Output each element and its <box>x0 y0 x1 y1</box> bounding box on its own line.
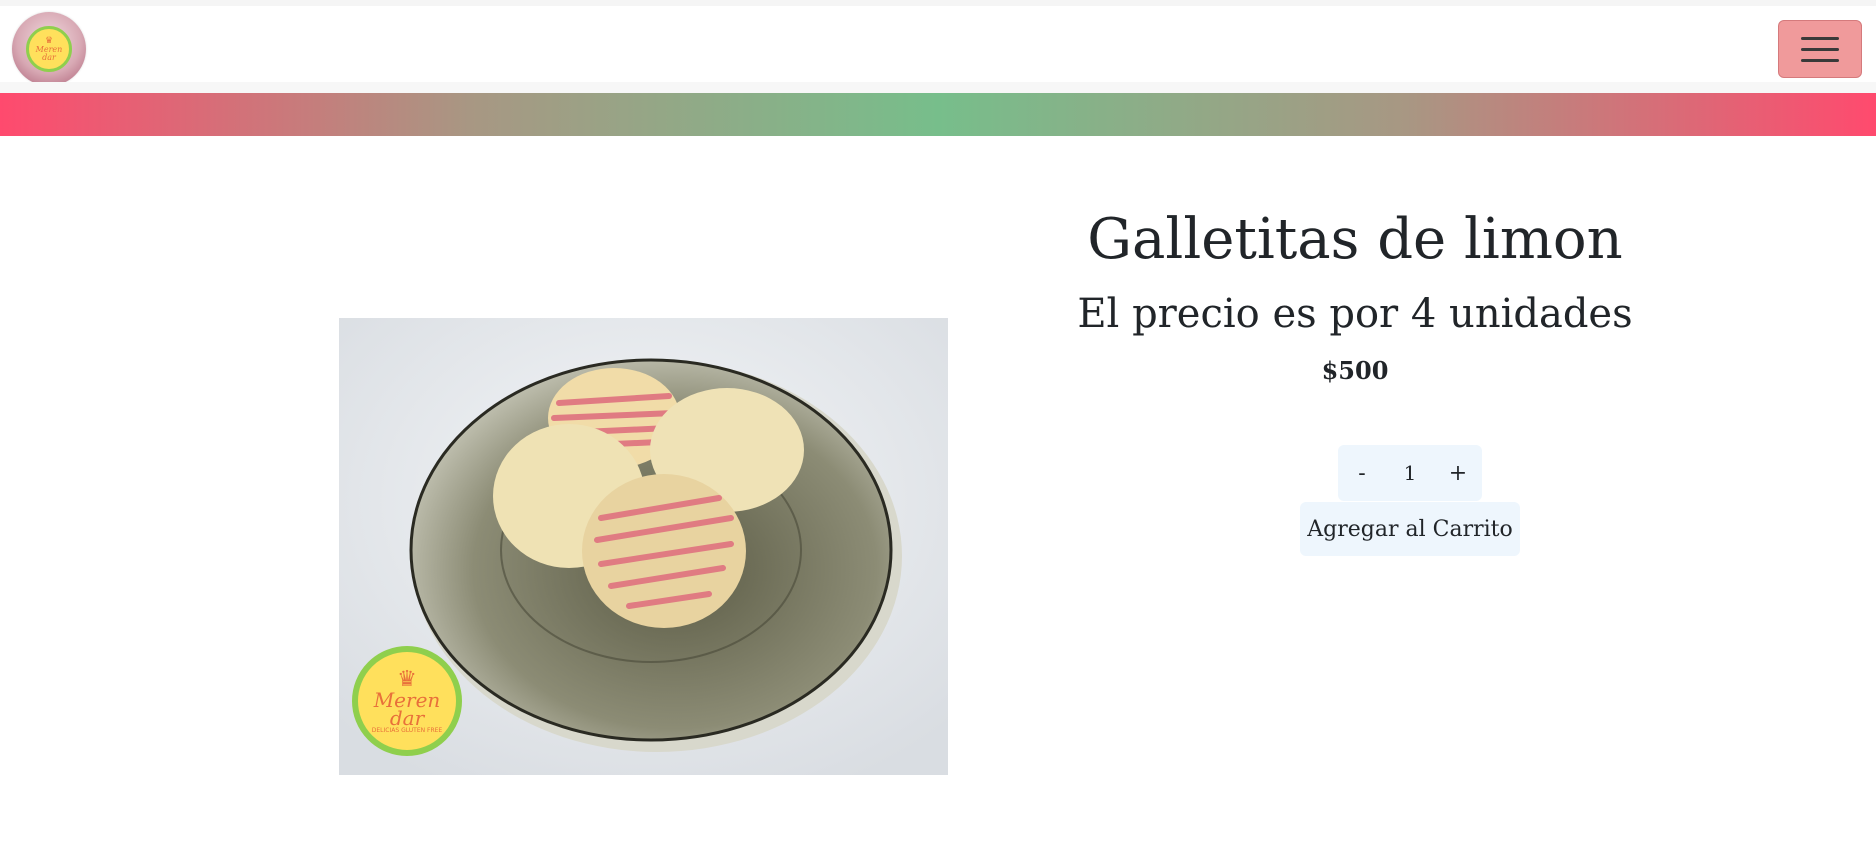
hamburger-menu-icon-bar <box>1801 47 1839 51</box>
watermark-logo: ♛ Meren dar DELICIAS GLUTEN FREE <box>352 646 462 756</box>
product-subtitle: El precio es por 4 unidades <box>1077 291 1633 337</box>
navbar-toggler-button[interactable] <box>1778 20 1862 78</box>
product-image: ♛ Meren dar DELICIAS GLUTEN FREE <box>339 318 948 775</box>
quantity-value: 1 <box>1403 461 1417 485</box>
brand-logo-link[interactable]: ♛ Meren dar <box>12 12 86 86</box>
product-title: Galletitas de limon <box>1087 207 1623 272</box>
increment-button[interactable]: + <box>1434 445 1482 501</box>
decrement-button[interactable]: - <box>1338 445 1386 501</box>
hamburger-menu-icon-bar <box>1801 58 1839 62</box>
hamburger-menu-icon <box>1801 36 1839 40</box>
logo-text: Meren dar <box>35 44 63 62</box>
navbar-divider <box>0 82 1876 93</box>
watermark-subtext: DELICIAS GLUTEN FREE <box>371 726 443 734</box>
quantity-stepper: - 1 + <box>1338 445 1482 501</box>
navbar: ♛ Meren dar <box>0 6 1876 86</box>
watermark-text: Meren dar <box>373 687 441 730</box>
decorative-gradient-band <box>0 93 1876 136</box>
add-to-cart-button[interactable]: Agregar al Carrito <box>1300 502 1520 556</box>
merendar-logo-icon: ♛ Meren dar <box>26 26 72 72</box>
product-price: $500 <box>1321 356 1389 385</box>
